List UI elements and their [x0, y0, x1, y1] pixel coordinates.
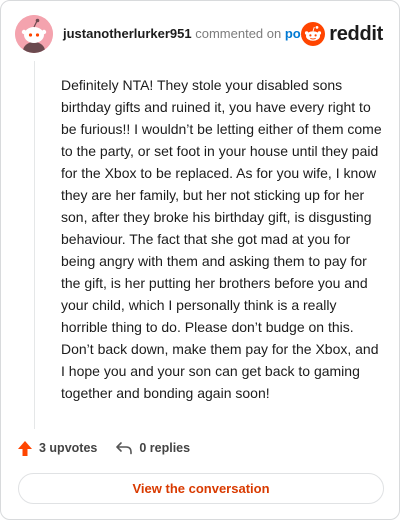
user-avatar[interactable]: [15, 15, 53, 53]
comment-card: justanotherlurker951 commented on post r…: [0, 0, 400, 520]
author-username[interactable]: justanotherlurker951: [63, 26, 192, 41]
author-line: justanotherlurker951 commented on post: [63, 26, 312, 41]
thread-line: [34, 61, 35, 429]
upvote-count: 3 upvotes: [39, 441, 98, 455]
reply-arrow-icon: [116, 442, 133, 455]
reply-button[interactable]: 0 replies: [115, 441, 190, 455]
commented-on-text: commented on: [195, 26, 282, 41]
upvote-arrow-icon: [18, 440, 32, 456]
reddit-logo[interactable]: reddit: [301, 21, 383, 47]
comment-text: Definitely NTA! They stole your disabled…: [61, 77, 382, 401]
reply-count: 0 replies: [139, 441, 191, 455]
reddit-snoo-icon: [301, 22, 326, 46]
comment-header: justanotherlurker951 commented on post r…: [15, 15, 385, 55]
view-conversation-button[interactable]: View the conversation: [18, 473, 384, 504]
snoo-avatar-icon: [15, 15, 53, 53]
comment-actions: 3 upvotes 0 replies: [17, 438, 208, 458]
reddit-wordmark: reddit: [329, 22, 383, 45]
upvote-button[interactable]: 3 upvotes: [17, 440, 97, 457]
